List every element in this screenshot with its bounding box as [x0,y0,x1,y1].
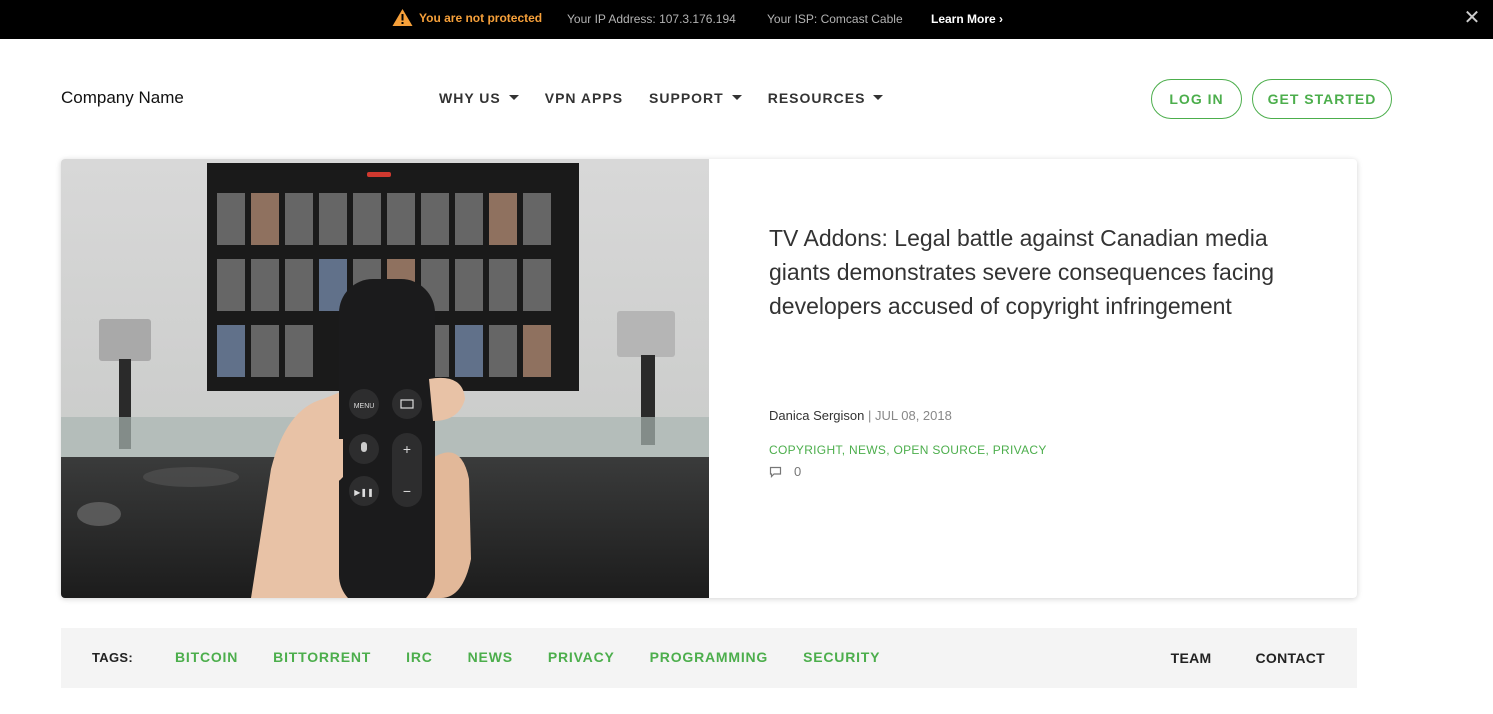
isp-name: Your ISP: Comcast Cable [767,12,903,26]
brand-logo[interactable]: Company Name [61,88,184,108]
nav-item-resources[interactable]: RESOURCES [768,90,884,106]
nav-item-vpn-apps[interactable]: VPN APPS [545,90,623,106]
meta-separator: | [864,408,875,423]
team-link[interactable]: TEAM [1171,650,1212,666]
category-link[interactable]: PRIVACY [993,443,1047,457]
article-date: JUL 08, 2018 [875,408,952,423]
category-link[interactable]: OPEN SOURCE [893,443,985,457]
chevron-down-icon [508,94,519,100]
warning-icon [392,9,413,26]
footer-links: TEAM CONTACT [1127,650,1325,666]
category-link[interactable]: COPYRIGHT [769,443,842,457]
svg-text:MENU: MENU [354,403,375,410]
category-link[interactable]: NEWS [849,443,886,457]
nav-item-support[interactable]: SUPPORT [649,90,742,106]
contact-link[interactable]: CONTACT [1256,650,1326,666]
main-nav: WHY US VPN APPS SUPPORT RESOURCES [439,90,909,106]
featured-article-card: MENU + − ▶❚❚ TV Addons: Legal battle aga… [61,159,1357,598]
tag-programming[interactable]: PROGRAMMING [650,649,768,665]
alert-bar: You are not protected Your IP Address: 1… [0,0,1493,39]
article-image[interactable]: MENU + − ▶❚❚ [61,159,709,598]
svg-text:−: − [403,483,411,499]
close-icon[interactable]: ✕ [1463,8,1481,28]
learn-more-link[interactable]: Learn More › [931,12,1003,26]
login-button[interactable]: LOG IN [1151,79,1242,119]
svg-text:▶❚❚: ▶❚❚ [354,488,374,497]
tv-remote-photo-icon: MENU + − ▶❚❚ [61,159,709,598]
article-author[interactable]: Danica Sergison [769,408,864,423]
tag-list: BITCOIN BITTORRENT IRC NEWS PRIVACY PROG… [175,649,915,665]
get-started-button[interactable]: GET STARTED [1252,79,1392,119]
article-categories: COPYRIGHT, NEWS, OPEN SOURCE, PRIVACY [769,443,1047,457]
protection-warning: You are not protected [392,8,542,27]
tag-security[interactable]: SECURITY [803,649,880,665]
tag-bar: TAGS: BITCOIN BITTORRENT IRC NEWS PRIVAC… [61,628,1357,688]
nav-item-label: WHY US [439,90,501,106]
chevron-down-icon [873,94,884,100]
comments-link[interactable]: 0 [769,464,801,479]
tag-bittorrent[interactable]: BITTORRENT [273,649,371,665]
comment-icon [769,466,782,478]
tag-privacy[interactable]: PRIVACY [548,649,615,665]
ip-address: Your IP Address: 107.3.176.194 [567,12,736,26]
nav-item-label: VPN APPS [544,90,624,106]
article-title[interactable]: TV Addons: Legal battle against Canadian… [769,221,1309,323]
nav-item-label: SUPPORT [649,90,724,106]
comment-count: 0 [794,464,802,479]
tags-label: TAGS: [92,650,133,665]
tag-news[interactable]: NEWS [468,649,513,665]
tag-bitcoin[interactable]: BITCOIN [175,649,238,665]
svg-text:+: + [403,441,411,457]
article-meta: Danica Sergison | JUL 08, 2018 [769,408,952,423]
chevron-down-icon [731,94,742,100]
nav-item-why-us[interactable]: WHY US [439,90,519,106]
tag-irc[interactable]: IRC [406,649,433,665]
warning-text: You are not protected [419,10,543,25]
nav-item-label: RESOURCES [767,90,866,106]
